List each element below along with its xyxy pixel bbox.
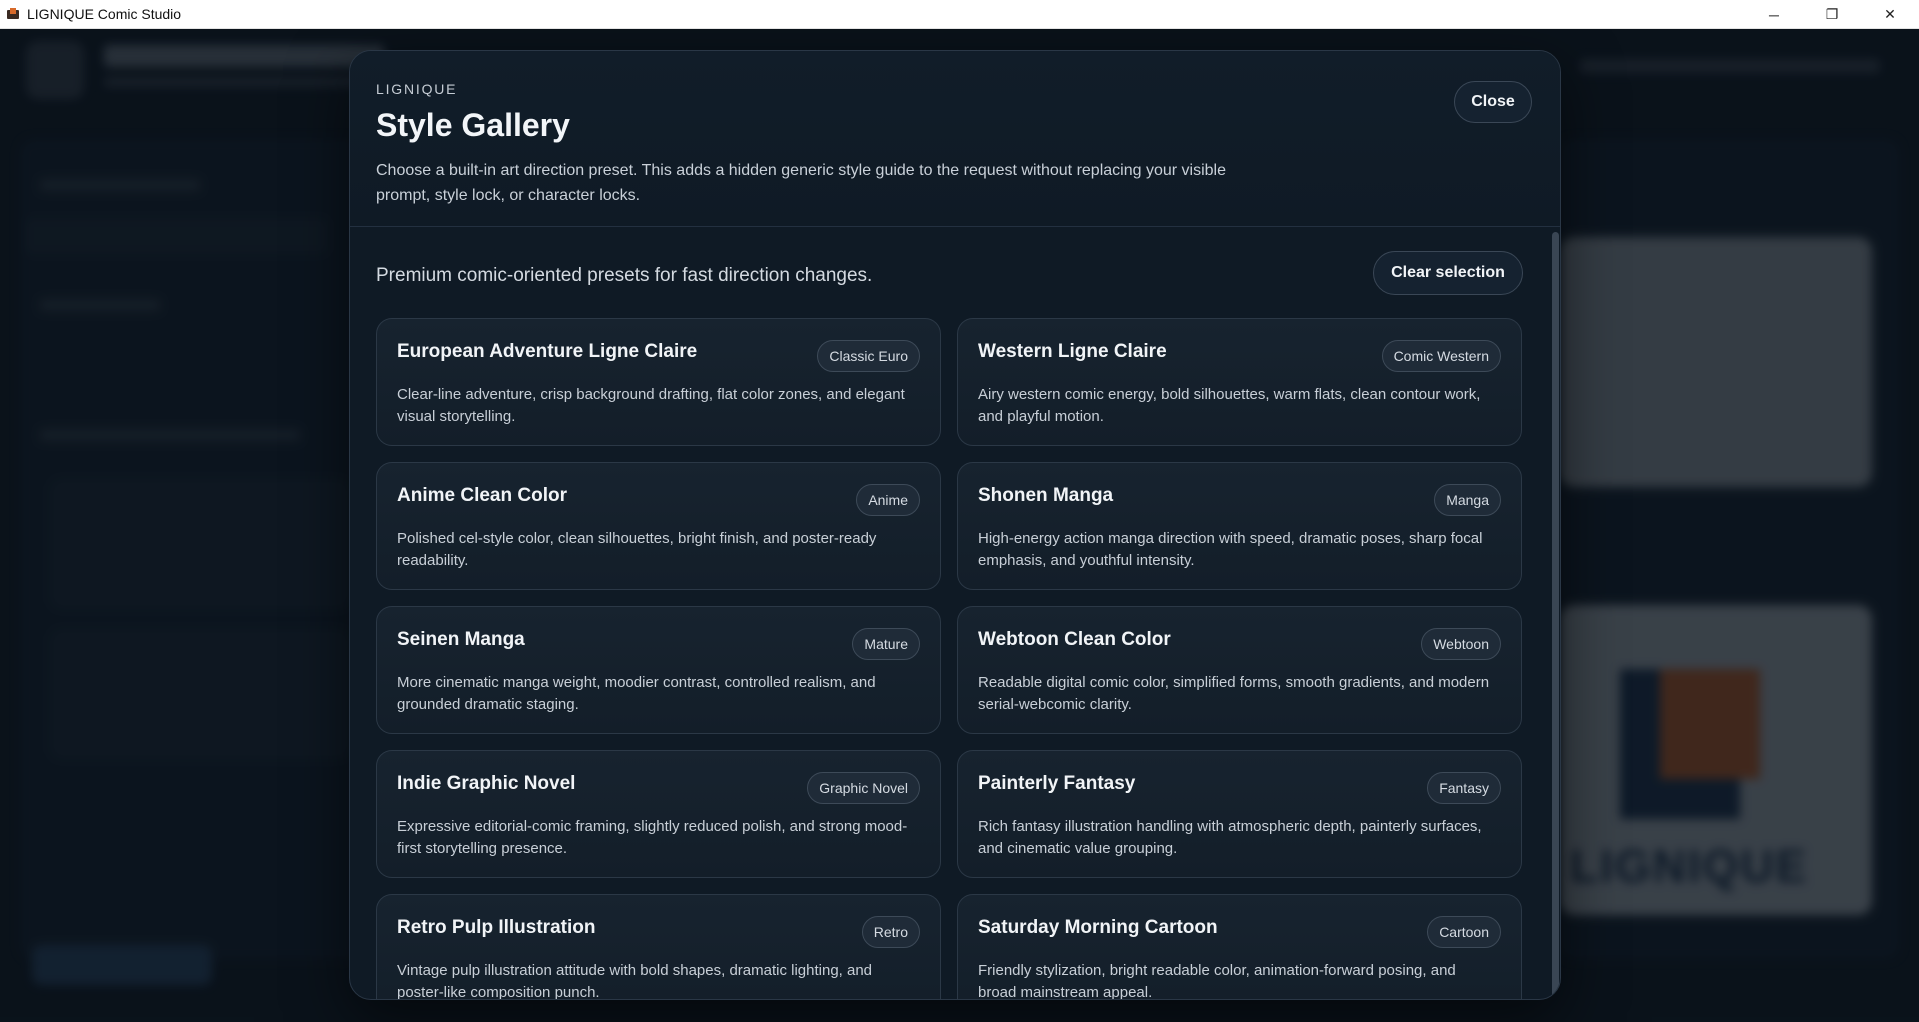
app-icon: [7, 8, 19, 20]
preset-description: High-energy action manga direction with …: [978, 530, 1483, 569]
close-window-button[interactable]: ✕: [1861, 0, 1919, 29]
preset-card[interactable]: Indie Graphic Novel Graphic Novel Expres…: [376, 750, 941, 878]
close-button[interactable]: Close: [1454, 81, 1532, 123]
preset-card[interactable]: Retro Pulp Illustration Retro Vintage pu…: [376, 894, 941, 1000]
minimize-button[interactable]: ─: [1745, 0, 1803, 29]
preset-card[interactable]: Shonen Manga Manga High-energy action ma…: [957, 462, 1522, 590]
preset-tag: Retro: [861, 916, 920, 948]
preset-name: Retro Pulp Illustration: [397, 917, 596, 938]
preset-name: Anime Clean Color: [397, 485, 567, 506]
window-controls: ─ ❐ ✕: [1745, 0, 1919, 29]
preset-name: Shonen Manga: [978, 485, 1114, 506]
modal-body: Premium comic-oriented presets for fast …: [350, 228, 1560, 1000]
clear-selection-button[interactable]: Clear selection: [1373, 251, 1523, 295]
preset-card[interactable]: European Adventure Ligne Claire Classic …: [376, 318, 941, 446]
preset-card[interactable]: Saturday Morning Cartoon Cartoon Friendl…: [957, 894, 1522, 1000]
modal-header: LIGNIQUE Style Gallery Choose a built-in…: [350, 51, 1560, 227]
preset-card[interactable]: Western Ligne Claire Comic Western Airy …: [957, 318, 1522, 446]
preset-description: Vintage pulp illustration attitude with …: [397, 962, 873, 1000]
presets-intro: Premium comic-oriented presets for fast …: [376, 265, 873, 286]
preset-tag: Graphic Novel: [807, 772, 920, 804]
modal-eyebrow: LIGNIQUE: [376, 81, 458, 97]
preset-tag: Fantasy: [1427, 772, 1501, 804]
preset-card[interactable]: Anime Clean Color Anime Polished cel-sty…: [376, 462, 941, 590]
preset-tag: Webtoon: [1421, 628, 1501, 660]
preset-name: Seinen Manga: [397, 629, 525, 650]
preset-grid: European Adventure Ligne Claire Classic …: [376, 318, 1522, 1000]
preset-tag: Cartoon: [1427, 916, 1501, 948]
preset-description: Expressive editorial-comic framing, slig…: [397, 818, 908, 857]
preset-description: Polished cel-style color, clean silhouet…: [397, 530, 877, 569]
modal-scrollbar[interactable]: [1552, 232, 1559, 999]
preset-description: Readable digital comic color, simplified…: [978, 674, 1490, 713]
preset-name: Painterly Fantasy: [978, 773, 1136, 794]
modal-description: Choose a built-in art direction preset. …: [376, 162, 1226, 204]
preset-tag: Anime: [856, 484, 920, 516]
preset-card[interactable]: Webtoon Clean Color Webtoon Readable dig…: [957, 606, 1522, 734]
maximize-button[interactable]: ❐: [1803, 0, 1861, 29]
preset-tag: Manga: [1434, 484, 1501, 516]
preset-tag: Mature: [852, 628, 920, 660]
modal-title: Style Gallery: [376, 107, 570, 143]
preset-tag: Comic Western: [1381, 340, 1501, 372]
preset-card[interactable]: Painterly Fantasy Fantasy Rich fantasy i…: [957, 750, 1522, 878]
preset-description: Rich fantasy illustration handling with …: [978, 818, 1482, 857]
window-title: LIGNIQUE Comic Studio: [27, 6, 182, 22]
preset-description: More cinematic manga weight, moodier con…: [397, 674, 876, 713]
window-titlebar: LIGNIQUE Comic Studio ─ ❐ ✕: [0, 0, 1919, 29]
style-gallery-modal: LIGNIQUE Style Gallery Choose a built-in…: [349, 50, 1561, 1000]
preset-card[interactable]: Seinen Manga Mature More cinematic manga…: [376, 606, 941, 734]
preset-tag: Classic Euro: [817, 340, 920, 372]
preset-name: Saturday Morning Cartoon: [978, 917, 1218, 938]
preset-description: Airy western comic energy, bold silhouet…: [978, 386, 1481, 425]
preset-description: Friendly stylization, bright readable co…: [978, 962, 1456, 1000]
preset-description: Clear-line adventure, crisp background d…: [397, 386, 905, 425]
